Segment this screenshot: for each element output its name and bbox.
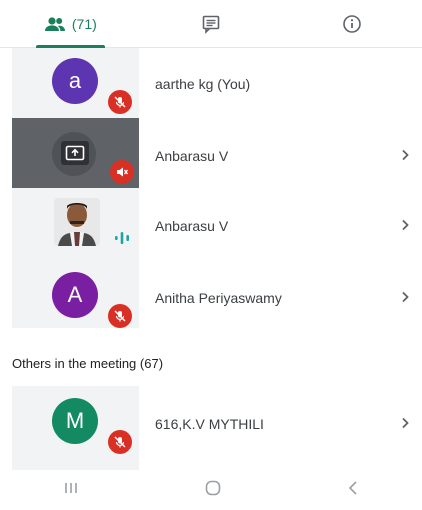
speaker-off-icon <box>110 160 134 184</box>
mic-off-icon <box>108 90 132 114</box>
mic-off-icon <box>108 304 132 328</box>
participant-name: Anitha Periyaswamy <box>155 290 282 306</box>
participant-row[interactable]: M 616,K.V MYTHILI <box>0 386 422 470</box>
tab-people[interactable]: (71) <box>0 0 141 48</box>
tab-info[interactable] <box>281 0 422 47</box>
participant-tile: a <box>12 48 139 118</box>
chevron-right-icon[interactable] <box>398 218 412 232</box>
participant-row[interactable]: A Anitha Periyaswamy <box>0 258 422 328</box>
tab-bar: (71) <box>0 0 422 48</box>
participant-name: Anbarasu V <box>155 148 229 164</box>
avatar-initial: A <box>67 282 83 307</box>
participant-name: 616,K.V MYTHILI <box>155 416 264 432</box>
people-count: (71) <box>71 15 97 32</box>
participant-row-presentation[interactable]: Anbarasu V <box>0 118 422 188</box>
others-section-title: Others in the meeting (67) <box>12 356 164 371</box>
avatar: A <box>52 272 98 318</box>
present-screen-icon <box>61 141 89 165</box>
info-icon <box>342 14 362 34</box>
participant-row[interactable]: Anbarasu V <box>0 188 422 258</box>
system-nav-bar <box>0 470 422 510</box>
chevron-right-icon[interactable] <box>398 416 412 430</box>
recents-icon[interactable] <box>62 480 80 501</box>
participant-name: aarthe kg (You) <box>155 76 251 92</box>
avatar: a <box>52 58 98 104</box>
mic-off-icon <box>108 430 132 454</box>
chevron-right-icon[interactable] <box>398 148 412 162</box>
chevron-right-icon[interactable] <box>398 290 412 304</box>
avatar-initial: M <box>65 408 85 433</box>
audio-level-icon <box>112 228 132 248</box>
participant-row-self[interactable]: a aarthe kg (You) <box>0 48 422 118</box>
avatar-initial: a <box>68 68 82 93</box>
avatar: M <box>52 398 98 444</box>
tab-chat[interactable] <box>141 0 282 47</box>
people-icon <box>44 16 66 32</box>
participant-photo <box>54 198 100 246</box>
participant-tile: M <box>12 386 139 470</box>
participant-tile <box>12 118 139 188</box>
participant-tile: A <box>12 258 139 328</box>
participant-tile <box>12 188 139 258</box>
participant-name: Anbarasu V <box>155 218 229 234</box>
back-icon[interactable] <box>346 480 360 501</box>
chat-icon <box>201 14 221 34</box>
home-icon[interactable] <box>204 479 222 502</box>
